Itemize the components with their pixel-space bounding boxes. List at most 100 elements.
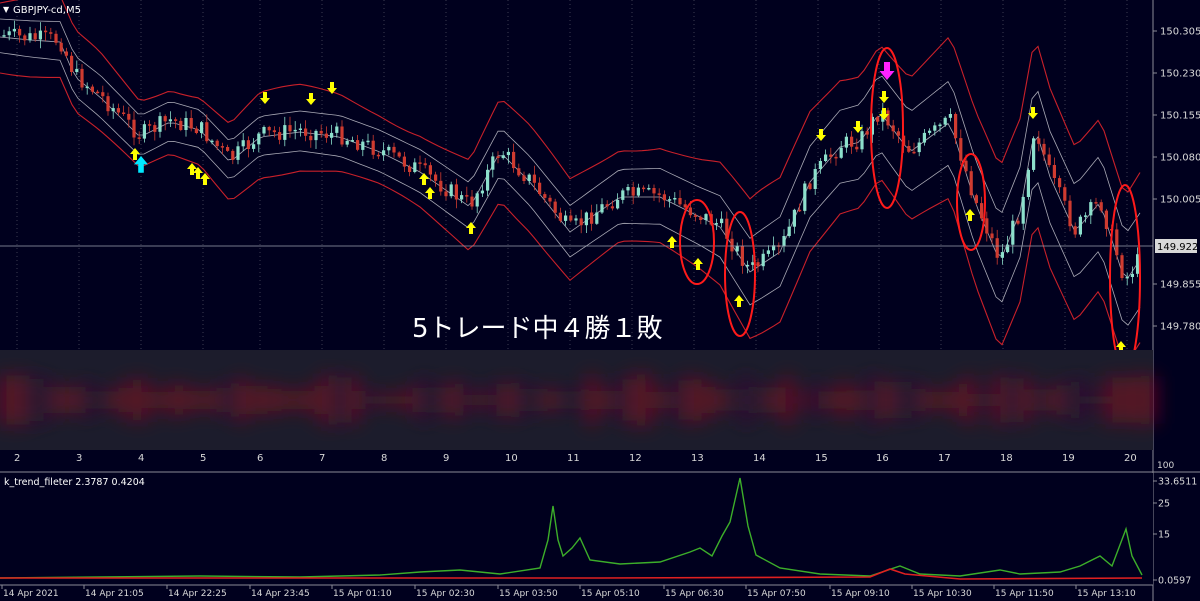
candle-body: [720, 218, 724, 224]
candle-body: [23, 35, 27, 41]
candle-body: [1026, 169, 1030, 197]
candle-body: [600, 204, 604, 213]
blurred-bar: [406, 388, 414, 412]
candle-body: [496, 156, 500, 158]
blurred-bar: [476, 393, 484, 407]
indicator-panel[interactable]: [0, 473, 1153, 585]
candle-body: [7, 31, 11, 36]
symbol-dropdown-icon[interactable]: ▼: [3, 5, 10, 14]
candle-body: [1016, 220, 1020, 224]
price-axis-panel[interactable]: [1153, 0, 1200, 601]
blurred-bar: [420, 378, 428, 422]
candle-body: [959, 138, 963, 161]
candle-body: [928, 130, 932, 133]
candle-body: [688, 207, 692, 216]
candle-body: [220, 146, 224, 148]
time-axis-label: 14 Apr 21:05: [85, 589, 144, 599]
candle-body: [1058, 178, 1062, 188]
blurred-bar: [1036, 389, 1044, 411]
candle-body: [340, 126, 344, 145]
blurred-bar: [1008, 377, 1016, 423]
price-tick-label: 150.305: [1160, 27, 1200, 38]
candle-body: [538, 182, 542, 194]
candle-body: [798, 209, 802, 212]
panel-axis-label: 2: [14, 453, 20, 464]
candle-body: [350, 140, 354, 142]
candle-body: [70, 55, 74, 72]
panel-axis-label: 9: [443, 453, 449, 464]
candle-body: [652, 188, 656, 194]
candle-body: [262, 127, 266, 134]
candle-body: [106, 96, 110, 112]
blurred-bar: [308, 385, 316, 415]
blurred-bar: [504, 383, 512, 417]
blurred-bar: [602, 390, 610, 410]
candle-body: [621, 190, 625, 200]
time-axis-label: 15 Apr 11:50: [995, 589, 1054, 599]
blurred-bar: [28, 375, 36, 425]
candle-body: [834, 156, 838, 159]
symbol-label[interactable]: GBPJPY-cd,M5: [13, 5, 81, 16]
candle-body: [236, 146, 240, 160]
time-axis-label: 15 Apr 03:50: [499, 589, 558, 599]
candle-body: [288, 125, 292, 132]
blurred-bar: [196, 390, 204, 410]
candle-body: [761, 253, 765, 267]
time-axis-label: 15 Apr 13:10: [1077, 589, 1136, 599]
blurred-bar: [840, 380, 848, 420]
candle-body: [558, 212, 562, 221]
candle-body: [756, 262, 760, 267]
candle-body: [1104, 210, 1108, 229]
blurred-bar: [588, 374, 596, 426]
candle-body: [574, 218, 578, 221]
time-axis-label: 15 Apr 10:30: [913, 589, 972, 599]
chart-svg[interactable]: 2 3 4 5 6 7 8 9 10 11 12 13 14 15 16 17 18 19 20 100 5トレード中…: [0, 0, 1200, 601]
candle-body: [231, 150, 235, 160]
blurred-bar: [700, 379, 708, 421]
candle-body: [512, 151, 516, 169]
candle-body: [995, 238, 999, 258]
blurred-bar: [280, 388, 288, 412]
candle-body: [366, 140, 370, 143]
candle-body: [449, 184, 453, 197]
candle-body: [943, 117, 947, 125]
candle-body: [205, 122, 209, 142]
candle-body: [272, 130, 276, 133]
candle-body: [813, 169, 817, 189]
candle-body: [605, 204, 609, 207]
blurred-bar: [630, 374, 638, 426]
blurred-bar: [266, 385, 274, 415]
candle-body: [907, 146, 911, 152]
candle-body: [101, 92, 105, 97]
candle-body: [18, 28, 22, 36]
candle-body: [964, 160, 968, 172]
blurred-bar: [434, 387, 442, 413]
candle-body: [1042, 143, 1046, 155]
candle-body: [610, 206, 614, 209]
indicator-tick-label: 33.6511: [1158, 477, 1197, 488]
candle-body: [714, 223, 718, 225]
candle-body: [938, 124, 942, 127]
panel-axis-label: 11: [567, 453, 580, 464]
candle-body: [740, 245, 744, 266]
blurred-bar: [140, 379, 148, 421]
blurred-bar: [238, 378, 246, 422]
blurred-bar: [518, 383, 526, 417]
candle-body: [49, 32, 53, 34]
candle-body: [402, 156, 406, 167]
candle-body: [683, 204, 687, 208]
candle-body: [132, 119, 136, 138]
panel-axis-label: 12: [629, 453, 642, 464]
blurred-bar: [896, 382, 904, 418]
candle-body: [439, 180, 443, 192]
candle-body: [1125, 276, 1129, 279]
candle-body: [865, 131, 869, 135]
candle-body: [1115, 229, 1119, 256]
panel-axis-label: 13: [691, 453, 704, 464]
panel-axis-label: 20: [1124, 453, 1137, 464]
blurred-bar: [1106, 376, 1114, 424]
candle-body: [678, 198, 682, 205]
time-axis-label: 14 Apr 23:45: [251, 589, 310, 599]
time-axis-label: 14 Apr 22:25: [168, 589, 227, 599]
blurred-bar: [210, 388, 218, 412]
